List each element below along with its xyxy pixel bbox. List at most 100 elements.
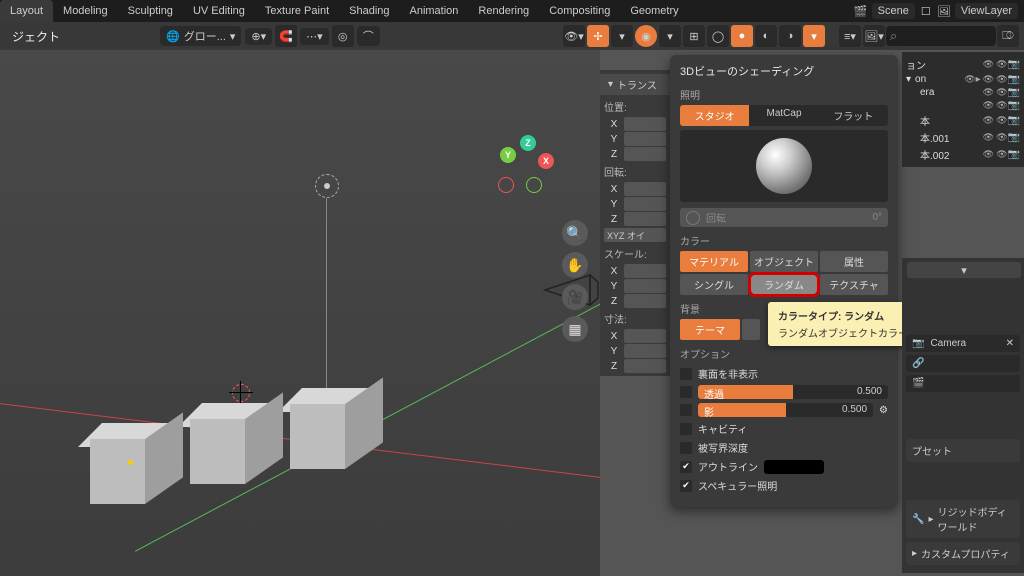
viewport-header: ジェクト 🌐グロー...▾ ⊕▾ 🧲 ⋯▾ ◎ ⌒ 👁▾ ✢ ▾ ◉ ▾ ⊞ ◯… [0, 22, 1024, 50]
custom-props-panel[interactable]: ▸カスタムプロパティ [906, 542, 1020, 565]
outliner-item[interactable]: ョン📷 [906, 56, 1020, 73]
outliner-item[interactable]: era📷 [906, 86, 1020, 99]
opt-xray[interactable]: 透過0.500 [680, 383, 888, 401]
color-attribute[interactable]: 属性 [820, 251, 888, 272]
tab-modeling[interactable]: Modeling [53, 0, 118, 22]
outliner-item[interactable]: ▾on▸📷 [906, 73, 1020, 86]
scale-x-field[interactable] [624, 264, 666, 278]
snap-toggle[interactable]: 🧲 [275, 25, 297, 47]
tab-render[interactable]: Rendering [468, 0, 539, 22]
preset-panel[interactable]: プセット [906, 439, 1020, 462]
bg-more[interactable] [742, 319, 760, 340]
orientation-dropdown[interactable]: 🌐グロー...▾ [160, 26, 241, 46]
color-single[interactable]: シングル [680, 274, 748, 295]
visibility-dropdown[interactable]: 👁▾ [563, 25, 585, 47]
rotation-row[interactable]: 回転0° [680, 208, 888, 227]
pos-x-field[interactable] [624, 117, 666, 131]
viewport-controls: 🔍 ✋ 🎥 ▦ [562, 220, 588, 342]
prop-edit-toggle[interactable]: ◎ [332, 25, 354, 47]
rot-y-field[interactable] [624, 197, 666, 211]
pivot-dropdown[interactable]: ⊕▾ [245, 28, 272, 45]
outliner-item[interactable]: 📷 [906, 99, 1020, 112]
outliner-item[interactable]: 本.001📷 [906, 129, 1020, 146]
tab-shading[interactable]: Shading [339, 0, 399, 22]
light-object[interactable] [315, 174, 339, 198]
mode-label: ジェクト [4, 28, 68, 45]
tab-geo[interactable]: Geometry [620, 0, 688, 22]
outliner-item[interactable]: 本📷 [906, 112, 1020, 129]
position-label: 位置: [604, 97, 666, 116]
transform-header[interactable]: ▾トランス [600, 74, 670, 95]
outliner-display[interactable]: 🖼▾ [863, 25, 885, 47]
bg-theme[interactable]: テーマ [680, 319, 740, 340]
shade-dropdown[interactable]: ▾ [803, 25, 825, 47]
layer-icon[interactable]: 🖼 [937, 4, 951, 18]
studio-preview[interactable] [680, 130, 888, 202]
snap-dropdown[interactable]: ⋯▾ [300, 28, 329, 45]
camera-view-icon[interactable]: 🎥 [562, 284, 588, 310]
shading-popover: 3Dビューのシェーディング 照明 スタジオ MatCap フラット ⚙ 回転0°… [670, 55, 898, 507]
opt-specular[interactable]: スペキュラー照明 [680, 476, 888, 495]
pan-icon[interactable]: ✋ [562, 252, 588, 278]
scene-icon[interactable]: 🎬 [854, 4, 868, 18]
zoom-icon[interactable]: 🔍 [562, 220, 588, 246]
opt-cavity[interactable]: キャビティ [680, 419, 888, 438]
persp-ortho-icon[interactable]: ▦ [562, 316, 588, 342]
color-random[interactable]: ランダム [750, 274, 818, 295]
color-object[interactable]: オブジェクト [750, 251, 818, 272]
rot-x-field[interactable] [624, 182, 666, 196]
dim-x-field[interactable] [624, 329, 666, 343]
color-texture[interactable]: テクスチャ [820, 274, 888, 295]
viewlayer-selector[interactable]: ViewLayer [955, 3, 1018, 19]
scale-z-field[interactable] [624, 294, 666, 308]
clapper-icon[interactable]: 🎬 [906, 375, 1020, 392]
lighting-flat[interactable]: フラット [819, 105, 888, 126]
linked-icon[interactable]: 🔗 [906, 355, 1020, 372]
overlay-toggle[interactable]: ◉ [635, 25, 657, 47]
tab-comp[interactable]: Compositing [539, 0, 620, 22]
pos-z-field[interactable] [624, 147, 666, 161]
scene-selector[interactable]: Scene [872, 3, 915, 19]
color-material[interactable]: マテリアル [680, 251, 748, 272]
shade-wire[interactable]: ◯ [707, 25, 729, 47]
prop-edit-dropdown[interactable]: ⌒ [357, 26, 380, 46]
outline-color[interactable] [764, 460, 824, 474]
tab-anim[interactable]: Animation [400, 0, 469, 22]
outliner-filter-icon[interactable]: ⎄ [997, 25, 1019, 47]
shade-render[interactable]: ◑ [779, 25, 801, 47]
scene-new-icon[interactable]: ☐ [919, 4, 933, 18]
overlay-dropdown[interactable]: ▾ [659, 25, 681, 47]
rotation-label: 回転: [604, 162, 666, 181]
dim-y-field[interactable] [624, 344, 666, 358]
nav-gizmo[interactable]: Z Y X [490, 135, 560, 205]
scale-y-field[interactable] [624, 279, 666, 293]
rot-z-field[interactable] [624, 212, 666, 226]
outliner-item[interactable]: 本.002📷 [906, 146, 1020, 163]
shade-solid[interactable]: ● [731, 25, 753, 47]
opt-backface[interactable]: 裏面を非表示 [680, 364, 888, 383]
opt-outline[interactable]: アウトライン [680, 457, 888, 476]
rigid-body-panel[interactable]: 🔧▸リジッドボディワールド [906, 500, 1020, 538]
tab-uv[interactable]: UV Editing [183, 0, 255, 22]
gizmo-toggle[interactable]: ✢ [587, 25, 609, 47]
tab-layout[interactable]: Layout [0, 0, 53, 22]
outliner-search[interactable] [886, 26, 996, 46]
tab-sculpting[interactable]: Sculpting [118, 0, 183, 22]
3d-viewport[interactable]: Z Y X 🔍 ✋ 🎥 ▦ [0, 50, 600, 576]
gizmo-dropdown[interactable]: ▾ [611, 25, 633, 47]
props-dropdown[interactable]: ▾ [907, 262, 1021, 278]
rot-mode[interactable]: XYZ オイ [604, 228, 666, 242]
dim-z-field[interactable] [624, 359, 666, 373]
opt-shadow[interactable]: 影0.500 ⚙ [680, 401, 888, 419]
workspace-tabs: Layout Modeling Sculpting UV Editing Tex… [0, 0, 1024, 22]
gear-icon[interactable]: ⚙ [879, 405, 888, 416]
tab-texpaint[interactable]: Texture Paint [255, 0, 339, 22]
lighting-matcap[interactable]: MatCap [749, 105, 818, 126]
lighting-studio[interactable]: スタジオ [680, 105, 749, 126]
shade-matprev[interactable]: ◐ [755, 25, 777, 47]
xray-toggle[interactable]: ⊞ [683, 25, 705, 47]
camera-chip[interactable]: 📷Camera✕ [906, 335, 1020, 352]
pos-y-field[interactable] [624, 132, 666, 146]
outliner-filter[interactable]: ≡▾ [839, 25, 861, 47]
opt-dof[interactable]: 被写界深度 [680, 438, 888, 457]
